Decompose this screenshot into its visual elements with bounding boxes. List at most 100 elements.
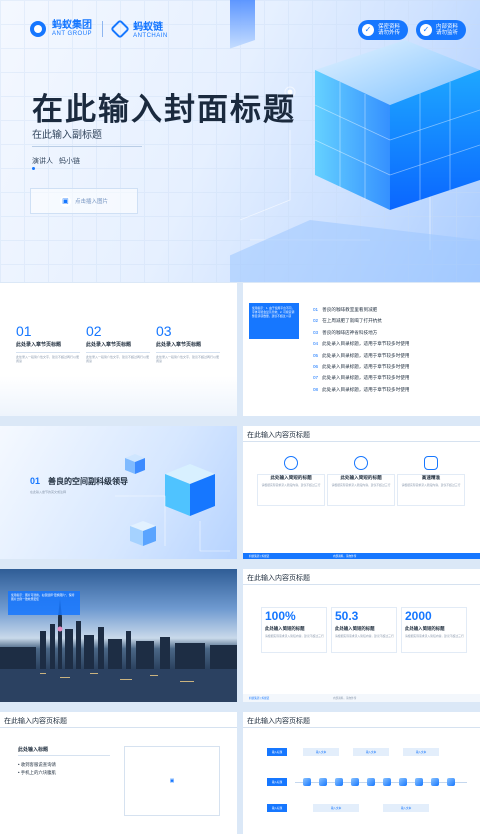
- chapter-desc: 此处录入一段简介性文字，建议不超过两行以便阅读: [86, 352, 150, 363]
- flow-node: 输入文本: [403, 748, 439, 756]
- card-frame: [331, 607, 397, 653]
- insert-image-label: 点击插入图片: [74, 199, 108, 205]
- logo-divider: [102, 20, 104, 37]
- slide-title[interactable]: 在此输入内容页标题: [247, 573, 310, 583]
- toc-item: 04 此处录入目录标题，适用于章节较多时使用: [313, 341, 410, 347]
- title-divider: [243, 727, 480, 728]
- card-frame: [261, 607, 327, 653]
- speaker-name: 蚂小链: [59, 158, 80, 165]
- card-frame: [257, 474, 325, 506]
- slide-section[interactable]: 01 善良的空间副科级领导 在此输入章节的英文或注释: [0, 426, 237, 559]
- confidential-badges: ✓ 保密资料 请勿外传 ✓ 内部资料 请勿监听: [357, 20, 466, 40]
- image-icon: ▣: [59, 195, 71, 207]
- cover-dot: [32, 167, 35, 170]
- cube-icon: [415, 778, 423, 786]
- ant-logo-cn: 蚂蚁集团: [52, 19, 92, 31]
- toc-list: 01 善良的咖啡教室里看到减肥 02 在上周减肥了就喝了打开抗抗 03 善良的咖啡店神…: [313, 307, 409, 398]
- cube-icon: [319, 778, 327, 786]
- section-title[interactable]: 善良的空间副科级领导: [48, 476, 128, 487]
- flow-node: 输入文本: [303, 748, 339, 756]
- cover-divider: [32, 146, 142, 147]
- flow-row-label: 输入标题: [267, 748, 287, 756]
- antchain-logo-text: 蚂蚁链 ANTCHAIN: [133, 18, 168, 39]
- chapter-number: 01: [16, 323, 32, 339]
- slide-stats[interactable]: 在此输入内容页标题 100% 此处输入简短的标题 请根据实际需求录入简短内容，建…: [243, 569, 480, 702]
- cube-icon: [399, 778, 407, 786]
- slide-title[interactable]: 在此输入内容页标题: [247, 430, 310, 440]
- cover-slide[interactable]: 蚂蚁集团 ANT GROUP 蚂蚁链 ANTCHAIN ✓ 保密资料 请勿外传 ✓…: [0, 0, 480, 282]
- cube-icon: [351, 778, 359, 786]
- antchain-logo-cn: 蚂蚁链: [133, 22, 164, 33]
- slide-toc[interactable]: 使用提示：1. 由于使用平台不同，字体可能会显示异常；2. 可按需调整目录项数量…: [243, 283, 480, 416]
- chapter-desc: 此处录入一段简介性文字，建议不超过两行以便阅读: [16, 352, 80, 363]
- chapter-name: 此处录入章节页标题: [156, 342, 202, 348]
- chapter-item: 01 此处录入章节页标题 此处录入一段简介性文字，建议不超过两行以便阅读: [16, 323, 80, 363]
- toc-item: 08 此处录入目录标题，适用于章节较多时使用: [313, 386, 410, 392]
- brand-logos: 蚂蚁集团 ANT GROUP 蚂蚁链 ANTCHAIN: [30, 18, 168, 39]
- section-cubes-illustration: [115, 454, 230, 552]
- toc-item: 06 此处录入目录标题，适用于章节较多时使用: [313, 363, 410, 369]
- city-skyline-image: [0, 599, 237, 702]
- flow-node: 输入文本: [383, 804, 429, 812]
- ant-logo-icon: [30, 20, 46, 37]
- cube-icon: [335, 778, 343, 786]
- toc-tip-box: 使用提示：1. 由于使用平台不同，字体可能会显示异常；2. 可按需调整目录项数量…: [249, 303, 299, 339]
- slide-flow[interactable]: 在此输入内容页标题 输入标题 输入文本 输入文本 输入文本 输入标题 输入标题 …: [243, 712, 480, 834]
- cube-icon: [367, 778, 375, 786]
- cover-subtitle[interactable]: 在此输入副标题: [32, 126, 102, 141]
- chip-icon: [424, 456, 438, 470]
- slide-icon-cards[interactable]: 在此输入内容页标题 此处输入简短的标题 请根据实际需求录入简短内容，建议不超过三…: [243, 426, 480, 559]
- toc-item: 03 善良的咖啡店神省科技地方: [313, 329, 378, 335]
- bullet-item: • 手机上的六块腹肌: [18, 770, 56, 775]
- chapter-name: 此处录入章节页标题: [86, 342, 132, 348]
- flow-node: 输入文本: [313, 804, 359, 812]
- slide-photo[interactable]: 使用提示：图片可替换。右键选择“更换图片”，保持图片比例一致效果更佳: [0, 569, 237, 702]
- cube-icon: [447, 778, 455, 786]
- toc-item: 01 善良的咖啡教室里看到减肥: [313, 307, 378, 312]
- cover-speaker[interactable]: 演讲人 蚂小链: [32, 156, 80, 166]
- section-subtitle: 在此输入章节的英文或注释: [30, 490, 67, 494]
- cube-icon: [383, 778, 391, 786]
- decorative-blocks: [0, 376, 237, 416]
- chapter-number: 02: [86, 323, 102, 339]
- stat-card: 100% 此处输入简短的标题 请根据实际需求录入简短内容，建议不超过三行: [261, 607, 331, 653]
- content-heading[interactable]: 此处输入标题: [18, 746, 48, 753]
- toc-item: 02 在上周减肥了就喝了打开抗抗: [313, 318, 382, 324]
- antchain-logo-en: ANTCHAIN: [133, 33, 168, 39]
- section-number: 01: [30, 476, 41, 486]
- check-icon: ✓: [419, 24, 432, 36]
- image-placeholder[interactable]: ▣: [124, 746, 220, 816]
- card-frame: [397, 474, 465, 506]
- cube-icon: [303, 778, 311, 786]
- slide-title[interactable]: 在此输入内容页标题: [4, 716, 67, 726]
- chapter-name: 此处录入章节页标题: [16, 342, 62, 348]
- title-divider: [0, 727, 237, 728]
- globe-icon: [354, 456, 368, 470]
- footer-note: 内部资料，请勿外传: [333, 555, 357, 558]
- chapter-item: 03 此处录入章节页标题 此处录入一段简介性文字，建议不超过两行以便阅读: [156, 323, 220, 363]
- slide-title[interactable]: 在此输入内容页标题: [247, 716, 310, 726]
- speaker-label: 演讲人: [32, 158, 53, 165]
- chapter-item: 02 此处录入章节页标题 此处录入一段简介性文字，建议不超过两行以便阅读: [86, 323, 150, 363]
- cover-title[interactable]: 在此输入封面标题: [32, 84, 296, 129]
- slide-footer: 蚂蚁集团 | 蚂蚁链 内部资料，请勿外传: [243, 553, 480, 559]
- heading-divider: [18, 755, 110, 756]
- insert-image-button[interactable]: ▣ 点击插入图片: [30, 188, 138, 214]
- slide-footer: 蚂蚁集团 | 蚂蚁链 内部资料，请勿外传: [243, 694, 480, 702]
- bullet-item: • 收到客服说查询请: [18, 762, 56, 767]
- chapter-desc: 此处录入一段简介性文字，建议不超过两行以便阅读: [156, 352, 220, 363]
- footer-logo: 蚂蚁集团 | 蚂蚁链: [249, 697, 270, 700]
- stat-card: 2000 此处输入简短的标题 请根据实际需求录入简短内容，建议不超过三行: [401, 607, 471, 653]
- card-frame: [327, 474, 395, 506]
- slide-chapters[interactable]: 01 此处录入章节页标题 此处录入一段简介性文字，建议不超过两行以便阅读 02 …: [0, 283, 237, 416]
- antchain-logo-icon: [110, 18, 130, 39]
- image-icon: ▣: [169, 778, 175, 784]
- cube-illustration: [230, 0, 480, 282]
- title-divider: [243, 584, 480, 585]
- flow-node: 输入文本: [353, 748, 389, 756]
- ant-logo-text: 蚂蚁集团 ANT GROUP: [52, 19, 92, 37]
- slide-list[interactable]: 在此输入内容页标题 此处输入标题 • 收到客服说查询请 • 手机上的六块腹肌 ▣: [0, 712, 237, 834]
- feature-card: 此处输入简短的标题 请根据实际需求录入简短内容，建议不超过三行: [327, 456, 395, 506]
- feature-card: 高速精准 请根据实际需求录入简短内容，建议不超过三行: [397, 456, 465, 506]
- stat-card: 50.3 此处输入简短的标题 请根据实际需求录入简短内容，建议不超过三行: [331, 607, 401, 653]
